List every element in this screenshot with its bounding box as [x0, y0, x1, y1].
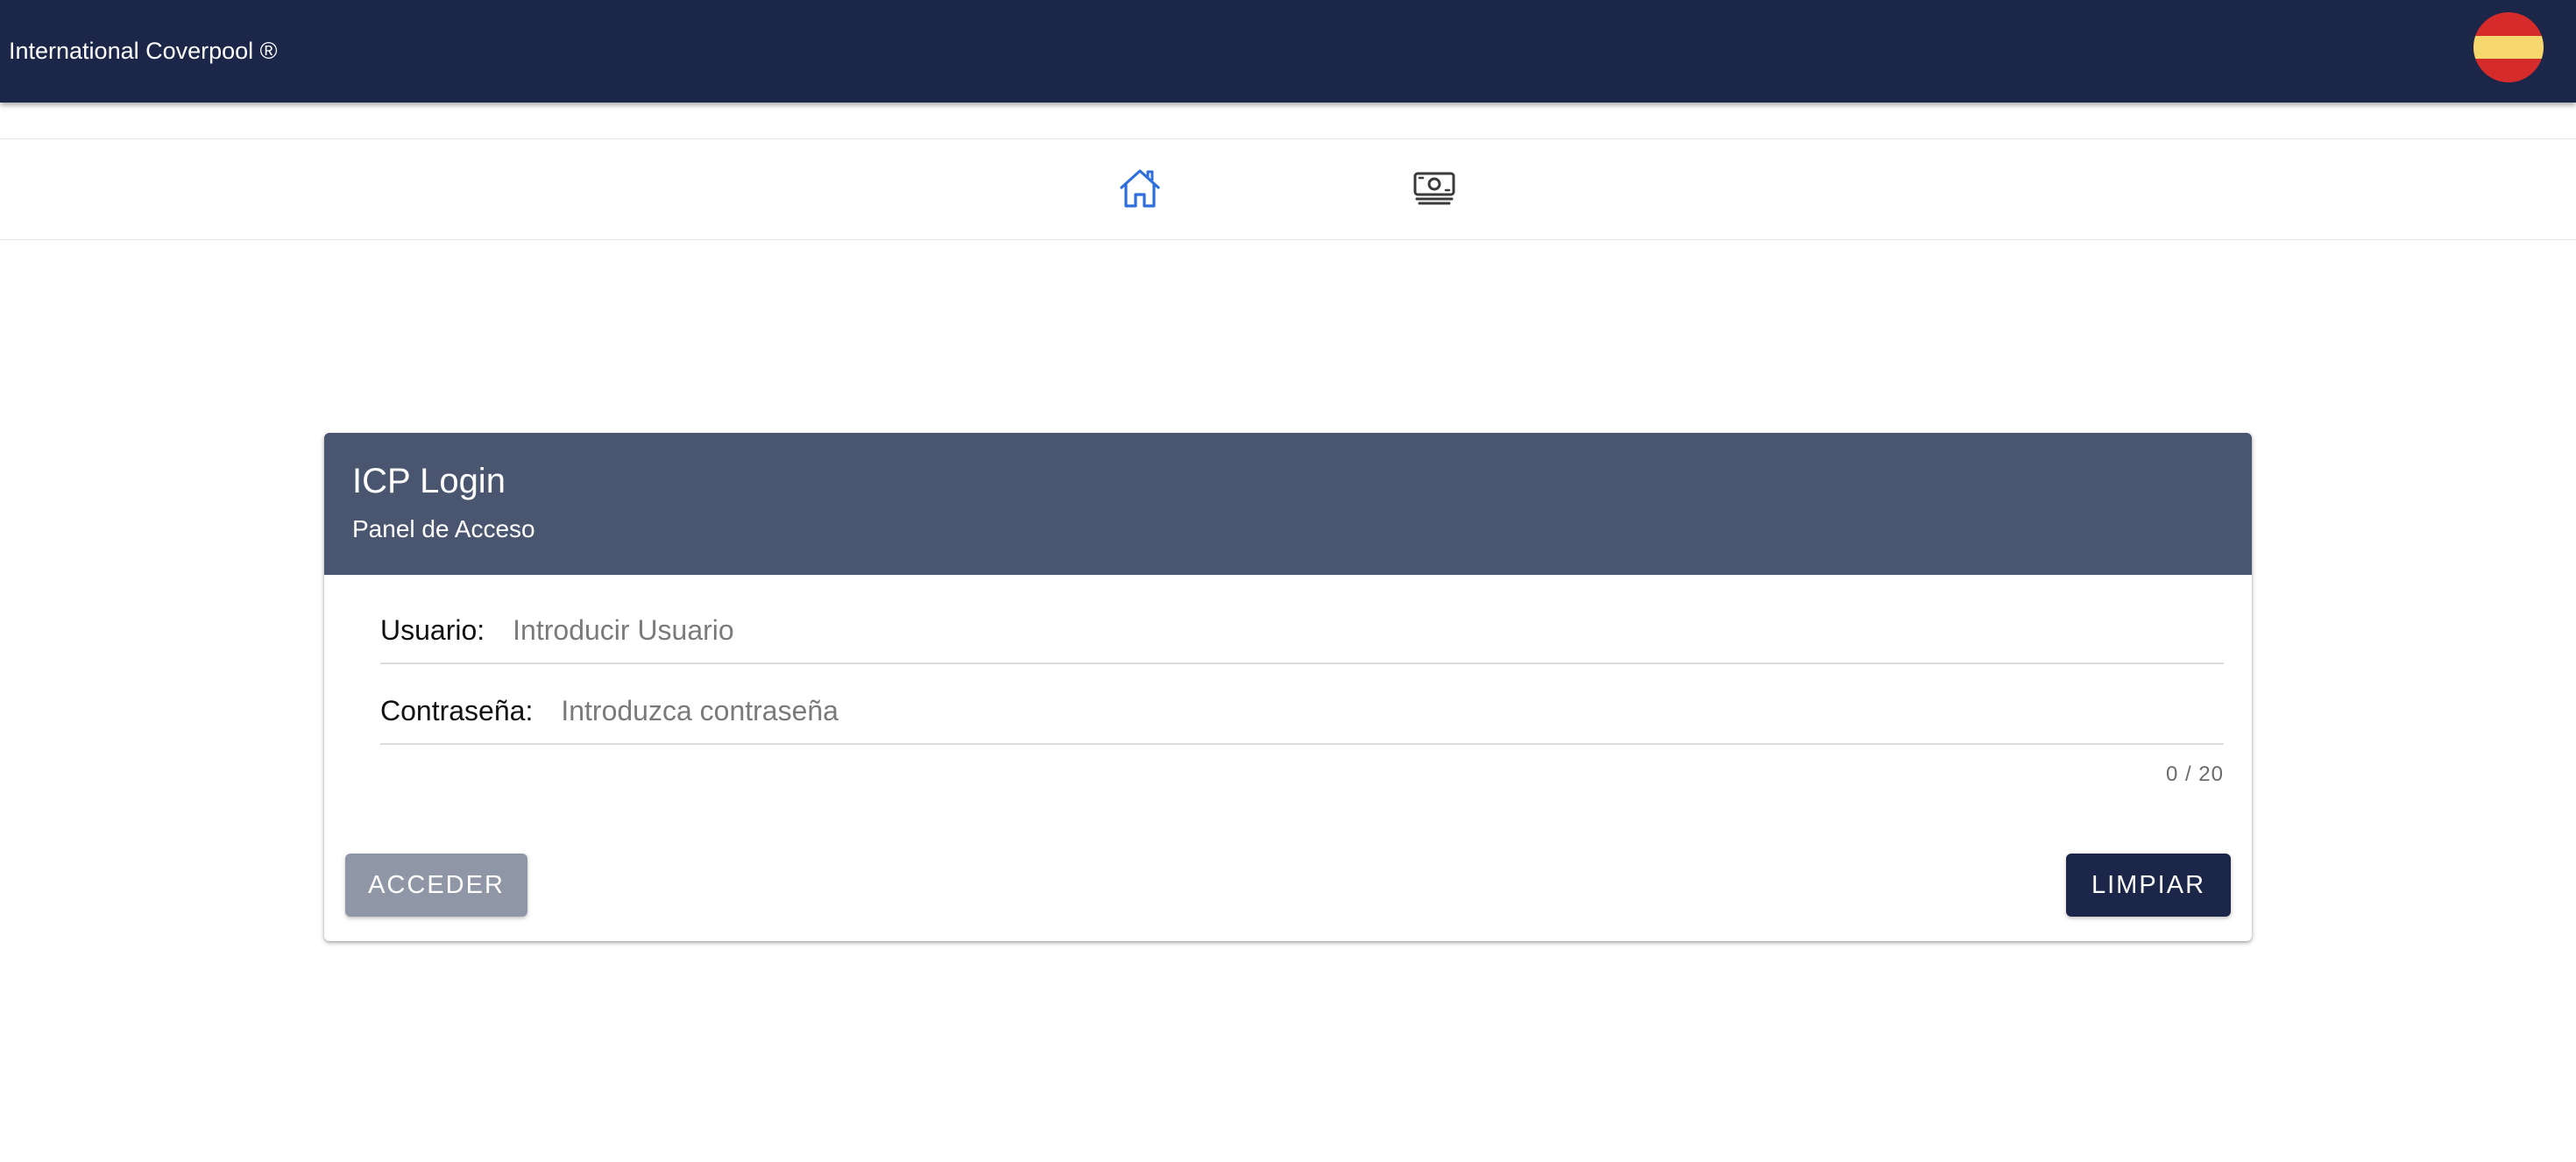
clear-form-button[interactable]: LIMPIAR [2066, 854, 2231, 917]
login-title: ICP Login [352, 462, 506, 500]
login-card: ICP Login Panel de Acceso Usuario: Contr… [324, 433, 2252, 941]
password-label: Contraseña: [380, 694, 534, 726]
app-title: International Coverpool ® [9, 38, 278, 64]
nav-bar [0, 138, 2576, 240]
nav-home-button[interactable] [1109, 161, 1171, 219]
login-card-header: ICP Login Panel de Acceso [324, 433, 2252, 575]
username-field: Usuario: [380, 598, 2224, 664]
spain-flag-icon[interactable] [2473, 12, 2544, 82]
home-icon [1118, 167, 1162, 214]
username-label: Usuario: [380, 613, 485, 646]
password-input[interactable] [561, 684, 2224, 737]
username-input[interactable] [513, 604, 2224, 656]
nav-payments-button[interactable] [1404, 161, 1465, 219]
password-field: Contraseña: [380, 678, 2224, 745]
login-subtitle: Panel de Acceso [352, 515, 535, 542]
money-icon [1412, 171, 1456, 210]
app-bar: International Coverpool ® [0, 0, 2576, 103]
password-char-counter: 0 / 20 [2165, 762, 2224, 786]
login-submit-button[interactable]: ACCEDER [345, 854, 527, 917]
